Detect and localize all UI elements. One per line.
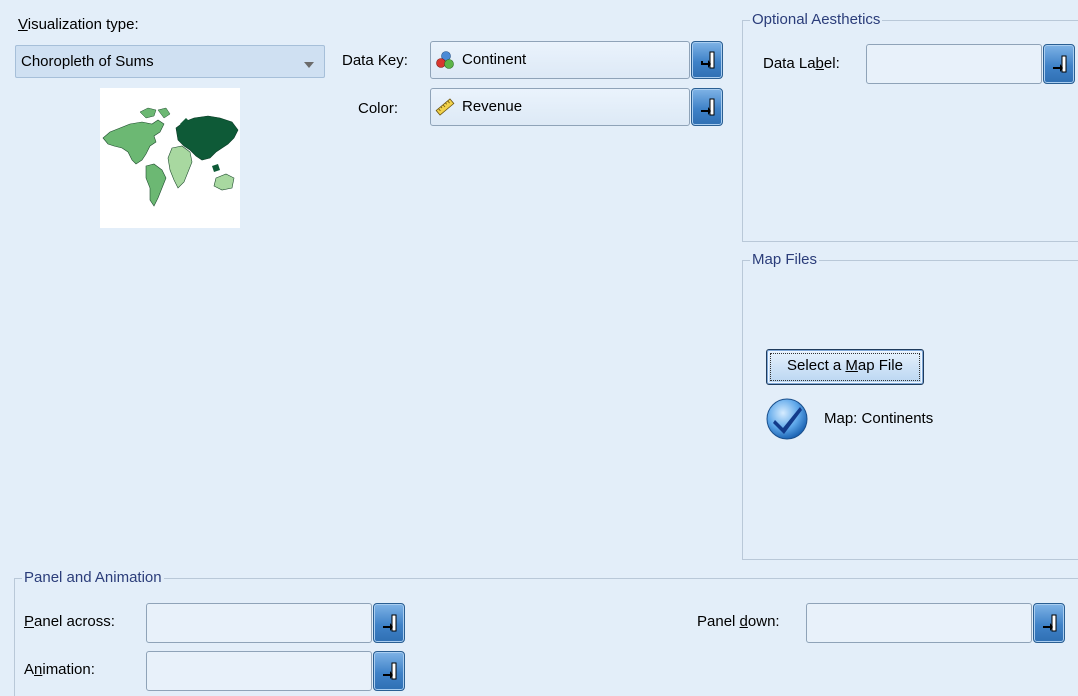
data-key-select-button[interactable] xyxy=(691,41,723,79)
select-map-file-button[interactable]: Select a Map File xyxy=(766,349,924,385)
chevron-down-icon xyxy=(304,62,314,68)
visualization-type-value: Choropleth of Sums xyxy=(21,53,154,70)
panel-animation-title: Panel and Animation xyxy=(22,569,164,586)
visualization-type-dropdown[interactable]: Choropleth of Sums xyxy=(15,45,325,78)
data-key-field[interactable]: Continent xyxy=(430,41,690,79)
move-variable-icon xyxy=(1053,55,1067,73)
map-files-title: Map Files xyxy=(750,251,820,268)
panel-across-select-button[interactable] xyxy=(373,603,405,643)
data-label-select-button[interactable] xyxy=(1043,44,1075,84)
map-status-text: Map: Continents xyxy=(824,410,934,427)
scale-measure-ruler-icon xyxy=(435,97,455,117)
panel-down-select-button[interactable] xyxy=(1033,603,1065,643)
data-label-label: Data Label: xyxy=(763,55,840,72)
animation-field[interactable] xyxy=(146,651,372,691)
panel-across-label: Panel across: xyxy=(24,613,115,630)
data-key-label: Data Key: xyxy=(342,52,408,69)
optional-aesthetics-title: Optional Aesthetics xyxy=(750,11,883,28)
color-value: Revenue xyxy=(462,98,523,115)
animation-label: Animation: xyxy=(24,661,95,678)
world-map-choropleth-icon xyxy=(100,88,240,228)
color-select-button[interactable] xyxy=(691,88,723,126)
checkmark-icon xyxy=(766,398,808,440)
panel-down-label: Panel down: xyxy=(697,613,780,630)
animation-select-button[interactable] xyxy=(373,651,405,691)
move-variable-icon xyxy=(1043,614,1057,632)
color-field[interactable]: Revenue xyxy=(430,88,690,126)
data-label-field[interactable] xyxy=(866,44,1042,84)
panel-across-field[interactable] xyxy=(146,603,372,643)
move-variable-icon xyxy=(701,98,715,116)
data-key-value: Continent xyxy=(462,51,527,68)
move-variable-icon xyxy=(383,614,397,632)
move-variable-icon xyxy=(701,51,715,69)
visualization-type-label: Visualization type: xyxy=(18,16,139,33)
panel-down-field[interactable] xyxy=(806,603,1032,643)
color-label: Color: xyxy=(358,100,399,117)
move-variable-icon xyxy=(383,662,397,680)
nominal-measure-icon xyxy=(435,50,455,70)
select-map-file-label: Select a Map File xyxy=(787,357,903,374)
